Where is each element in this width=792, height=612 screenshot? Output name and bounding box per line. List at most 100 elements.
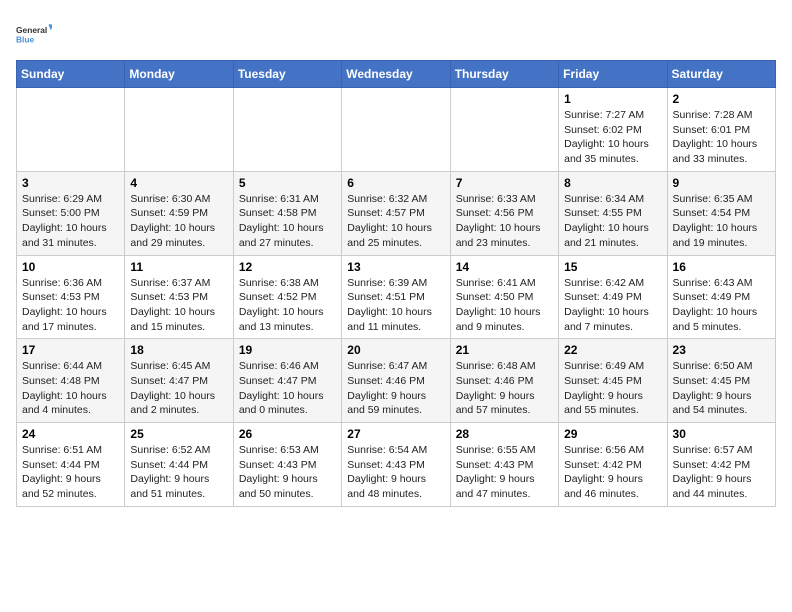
- day-number: 12: [239, 260, 336, 274]
- calendar-cell: 28 Sunrise: 6:55 AM Sunset: 4:43 PM Dayli…: [450, 423, 558, 507]
- day-info: Sunrise: 6:35 AM Sunset: 4:54 PM Dayligh…: [673, 192, 770, 251]
- day-number: 10: [22, 260, 119, 274]
- day-number: 8: [564, 176, 661, 190]
- svg-text:General: General: [16, 25, 47, 35]
- calendar-cell: 27 Sunrise: 6:54 AM Sunset: 4:43 PM Dayli…: [342, 423, 450, 507]
- calendar-week-row: 24 Sunrise: 6:51 AM Sunset: 4:44 PM Dayli…: [17, 423, 776, 507]
- day-number: 24: [22, 427, 119, 441]
- calendar-week-row: 10 Sunrise: 6:36 AM Sunset: 4:53 PM Dayli…: [17, 255, 776, 339]
- day-info: Sunrise: 6:43 AM Sunset: 4:49 PM Dayligh…: [673, 276, 770, 335]
- day-info: Sunrise: 6:50 AM Sunset: 4:45 PM Dayligh…: [673, 359, 770, 418]
- calendar-header-row: SundayMondayTuesdayWednesdayThursdayFrid…: [17, 61, 776, 88]
- calendar-cell: 21 Sunrise: 6:48 AM Sunset: 4:46 PM Dayli…: [450, 339, 558, 423]
- day-number: 13: [347, 260, 444, 274]
- day-number: 1: [564, 92, 661, 106]
- svg-text:Blue: Blue: [16, 34, 35, 44]
- day-info: Sunrise: 6:47 AM Sunset: 4:46 PM Dayligh…: [347, 359, 444, 418]
- day-info: Sunrise: 6:45 AM Sunset: 4:47 PM Dayligh…: [130, 359, 227, 418]
- calendar-cell: 16 Sunrise: 6:43 AM Sunset: 4:49 PM Dayli…: [667, 255, 775, 339]
- day-info: Sunrise: 6:33 AM Sunset: 4:56 PM Dayligh…: [456, 192, 553, 251]
- day-info: Sunrise: 6:36 AM Sunset: 4:53 PM Dayligh…: [22, 276, 119, 335]
- day-info: Sunrise: 6:56 AM Sunset: 4:42 PM Dayligh…: [564, 443, 661, 502]
- day-number: 16: [673, 260, 770, 274]
- calendar-cell: 7 Sunrise: 6:33 AM Sunset: 4:56 PM Daylig…: [450, 171, 558, 255]
- day-number: 14: [456, 260, 553, 274]
- day-of-week-header: Wednesday: [342, 61, 450, 88]
- calendar-week-row: 3Sunrise: 6:29 AM Sunset: 5:00 PM Daylig…: [17, 171, 776, 255]
- day-number: 29: [564, 427, 661, 441]
- day-info: Sunrise: 6:38 AM Sunset: 4:52 PM Dayligh…: [239, 276, 336, 335]
- logo: General Blue: [16, 16, 52, 52]
- calendar-cell: 12 Sunrise: 6:38 AM Sunset: 4:52 PM Dayli…: [233, 255, 341, 339]
- day-of-week-header: Sunday: [17, 61, 125, 88]
- calendar-cell: 1 Sunrise: 7:27 AM Sunset: 6:02 PM Daylig…: [559, 88, 667, 172]
- day-number: 25: [130, 427, 227, 441]
- calendar-table: SundayMondayTuesdayWednesdayThursdayFrid…: [16, 60, 776, 507]
- calendar-cell: [17, 88, 125, 172]
- day-info: Sunrise: 6:34 AM Sunset: 4:55 PM Dayligh…: [564, 192, 661, 251]
- day-info: Sunrise: 6:44 AM Sunset: 4:48 PM Dayligh…: [22, 359, 119, 418]
- day-info: Sunrise: 6:32 AM Sunset: 4:57 PM Dayligh…: [347, 192, 444, 251]
- day-info: Sunrise: 6:57 AM Sunset: 4:42 PM Dayligh…: [673, 443, 770, 502]
- day-info: Sunrise: 6:48 AM Sunset: 4:46 PM Dayligh…: [456, 359, 553, 418]
- day-info: Sunrise: 6:37 AM Sunset: 4:53 PM Dayligh…: [130, 276, 227, 335]
- calendar-cell: 20 Sunrise: 6:47 AM Sunset: 4:46 PM Dayli…: [342, 339, 450, 423]
- day-number: 15: [564, 260, 661, 274]
- day-number: 18: [130, 343, 227, 357]
- day-info: Sunrise: 6:42 AM Sunset: 4:49 PM Dayligh…: [564, 276, 661, 335]
- calendar-cell: 23 Sunrise: 6:50 AM Sunset: 4:45 PM Dayli…: [667, 339, 775, 423]
- day-number: 11: [130, 260, 227, 274]
- calendar-cell: 24 Sunrise: 6:51 AM Sunset: 4:44 PM Dayli…: [17, 423, 125, 507]
- day-number: 28: [456, 427, 553, 441]
- page-header: General Blue: [16, 16, 776, 52]
- day-number: 19: [239, 343, 336, 357]
- day-number: 3: [22, 176, 119, 190]
- calendar-cell: [450, 88, 558, 172]
- day-info: Sunrise: 6:39 AM Sunset: 4:51 PM Dayligh…: [347, 276, 444, 335]
- calendar-cell: 10 Sunrise: 6:36 AM Sunset: 4:53 PM Dayli…: [17, 255, 125, 339]
- calendar-cell: 6 Sunrise: 6:32 AM Sunset: 4:57 PM Daylig…: [342, 171, 450, 255]
- day-number: 5: [239, 176, 336, 190]
- day-number: 22: [564, 343, 661, 357]
- logo-svg: General Blue: [16, 16, 52, 52]
- day-info: Sunrise: 7:27 AM Sunset: 6:02 PM Dayligh…: [564, 108, 661, 167]
- day-number: 26: [239, 427, 336, 441]
- calendar-cell: 22Sunrise: 6:49 AM Sunset: 4:45 PM Dayli…: [559, 339, 667, 423]
- day-of-week-header: Thursday: [450, 61, 558, 88]
- day-number: 21: [456, 343, 553, 357]
- calendar-cell: [233, 88, 341, 172]
- calendar-cell: 9 Sunrise: 6:35 AM Sunset: 4:54 PM Daylig…: [667, 171, 775, 255]
- calendar-week-row: 17 Sunrise: 6:44 AM Sunset: 4:48 PM Dayli…: [17, 339, 776, 423]
- calendar-cell: 4 Sunrise: 6:30 AM Sunset: 4:59 PM Daylig…: [125, 171, 233, 255]
- calendar-cell: 25 Sunrise: 6:52 AM Sunset: 4:44 PM Dayli…: [125, 423, 233, 507]
- day-info: Sunrise: 6:41 AM Sunset: 4:50 PM Dayligh…: [456, 276, 553, 335]
- day-of-week-header: Saturday: [667, 61, 775, 88]
- day-number: 23: [673, 343, 770, 357]
- calendar-cell: 18 Sunrise: 6:45 AM Sunset: 4:47 PM Dayli…: [125, 339, 233, 423]
- day-info: Sunrise: 6:30 AM Sunset: 4:59 PM Dayligh…: [130, 192, 227, 251]
- calendar-cell: 2Sunrise: 7:28 AM Sunset: 6:01 PM Daylig…: [667, 88, 775, 172]
- day-info: Sunrise: 6:53 AM Sunset: 4:43 PM Dayligh…: [239, 443, 336, 502]
- day-info: Sunrise: 6:55 AM Sunset: 4:43 PM Dayligh…: [456, 443, 553, 502]
- day-number: 27: [347, 427, 444, 441]
- calendar-cell: 13 Sunrise: 6:39 AM Sunset: 4:51 PM Dayli…: [342, 255, 450, 339]
- day-number: 4: [130, 176, 227, 190]
- calendar-cell: 3Sunrise: 6:29 AM Sunset: 5:00 PM Daylig…: [17, 171, 125, 255]
- calendar-cell: 19Sunrise: 6:46 AM Sunset: 4:47 PM Dayli…: [233, 339, 341, 423]
- day-info: Sunrise: 6:52 AM Sunset: 4:44 PM Dayligh…: [130, 443, 227, 502]
- calendar-week-row: 1 Sunrise: 7:27 AM Sunset: 6:02 PM Daylig…: [17, 88, 776, 172]
- calendar-cell: [125, 88, 233, 172]
- day-number: 9: [673, 176, 770, 190]
- day-of-week-header: Friday: [559, 61, 667, 88]
- day-number: 17: [22, 343, 119, 357]
- day-number: 7: [456, 176, 553, 190]
- day-number: 20: [347, 343, 444, 357]
- day-info: Sunrise: 6:51 AM Sunset: 4:44 PM Dayligh…: [22, 443, 119, 502]
- calendar-cell: 17 Sunrise: 6:44 AM Sunset: 4:48 PM Dayli…: [17, 339, 125, 423]
- calendar-cell: 5Sunrise: 6:31 AM Sunset: 4:58 PM Daylig…: [233, 171, 341, 255]
- day-info: Sunrise: 6:54 AM Sunset: 4:43 PM Dayligh…: [347, 443, 444, 502]
- day-number: 30: [673, 427, 770, 441]
- day-number: 6: [347, 176, 444, 190]
- day-info: Sunrise: 7:28 AM Sunset: 6:01 PM Dayligh…: [673, 108, 770, 167]
- calendar-cell: 29 Sunrise: 6:56 AM Sunset: 4:42 PM Dayli…: [559, 423, 667, 507]
